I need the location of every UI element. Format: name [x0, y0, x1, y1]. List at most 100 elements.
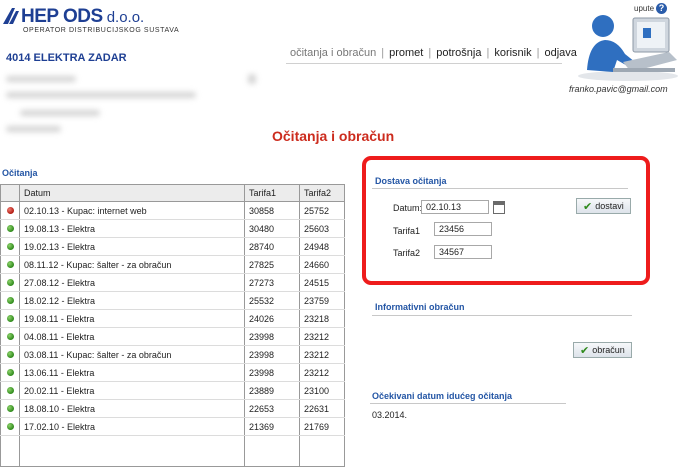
table-row[interactable]: 19.08.13 - Elektra 30480 25603 [0, 219, 345, 238]
obracun-button[interactable]: ✔ obračun [573, 342, 632, 358]
nav-separator: | [381, 47, 385, 59]
readings-table: Datum Tarifa1 Tarifa2 02.10.13 - Kupac: … [0, 184, 345, 467]
date-cell: 04.08.11 - Elektra [19, 327, 245, 346]
column-header-tarifa2[interactable]: Tarifa2 [299, 184, 345, 202]
readings-section-title: Očitanja [2, 168, 38, 178]
table-row[interactable]: 18.08.10 - Elektra 22653 22631 [0, 399, 345, 418]
tarifa2-cell: 24948 [299, 237, 345, 256]
status-cell [0, 381, 20, 400]
nav-separator: | [428, 47, 432, 59]
tarifa2-cell: 23218 [299, 309, 345, 328]
status-green-icon [6, 386, 14, 394]
dostavi-button-label: dostavi [595, 201, 624, 211]
status-green-icon [6, 422, 14, 430]
table-row[interactable]: 19.08.11 - Elektra 24026 23218 [0, 309, 345, 328]
date-cell: 19.08.11 - Elektra [19, 309, 245, 328]
status-green-icon [6, 296, 14, 304]
tarifa2-cell: 22631 [299, 399, 345, 418]
status-green-icon [6, 242, 14, 250]
table-row[interactable]: 08.11.12 - Kupac: šalter - za obračun 278… [0, 255, 345, 274]
date-cell: 17.02.10 - Elektra [19, 417, 245, 436]
table-row[interactable]: 13.06.11 - Elektra 23998 23212 [0, 363, 345, 382]
tarifa1-label: Tarifa1 [393, 226, 421, 236]
calendar-icon[interactable] [493, 201, 505, 214]
informativni-divider [372, 315, 632, 316]
tarifa1-input[interactable] [434, 222, 492, 236]
nav-item-potrosnja[interactable]: potrošnja [436, 47, 481, 59]
status-cell [0, 399, 20, 418]
next-reading-title: Očekivani datum idućeg očitanja [372, 391, 513, 401]
tarifa2-cell: 25752 [299, 201, 345, 220]
logo-text: HEP ODS [21, 6, 103, 27]
tarifa1-cell: 21369 [244, 417, 300, 436]
status-green-icon [6, 332, 14, 340]
date-cell: 08.11.12 - Kupac: šalter - za obračun [19, 255, 245, 274]
status-green-icon [6, 314, 14, 322]
nav-divider [286, 63, 562, 64]
tarifa2-cell: 23212 [299, 327, 345, 346]
tarifa2-input[interactable] [434, 245, 492, 259]
status-cell [0, 201, 20, 220]
date-cell: 18.02.12 - Elektra [19, 291, 245, 310]
tarifa2-cell: 23212 [299, 345, 345, 364]
table-row[interactable]: 20.02.11 - Elektra 23889 23100 [0, 381, 345, 400]
tarifa1-cell: 23998 [244, 345, 300, 364]
table-row[interactable]: 02.10.13 - Kupac: internet web 30858 25752 [0, 201, 345, 220]
table-row[interactable]: 19.02.13 - Elektra 28740 24948 [0, 237, 345, 256]
table-row[interactable]: 03.08.11 - Kupac: šalter - za obračun 239… [0, 345, 345, 364]
tarifa2-cell: 23212 [299, 363, 345, 382]
date-cell: 19.08.13 - Elektra [19, 219, 245, 238]
nav-item-promet[interactable]: promet [389, 47, 423, 59]
status-cell [0, 237, 20, 256]
table-row[interactable]: 27.08.12 - Elektra 27273 24515 [0, 273, 345, 292]
tarifa1-cell: 23998 [244, 363, 300, 382]
date-cell: 18.08.10 - Elektra [19, 399, 245, 418]
tarifa1-cell: 27273 [244, 273, 300, 292]
tarifa1-cell: 28740 [244, 237, 300, 256]
tarifa1-cell: 23889 [244, 381, 300, 400]
tarifa2-cell: 24660 [299, 255, 345, 274]
company-name: 4014 ELEKTRA ZADAR [6, 52, 127, 64]
tarifa1-cell: 24026 [244, 309, 300, 328]
column-header-datum[interactable]: Datum [19, 184, 245, 202]
informativni-title: Informativni obračun [375, 302, 465, 312]
tarifa1-cell: 25532 [244, 291, 300, 310]
nav-item-korisnik[interactable]: korisnik [494, 47, 531, 59]
table-row[interactable]: 17.02.10 - Elektra 21369 21769 [0, 417, 345, 436]
hep-logo: HEP ODS d.o.o. OPERATOR DISTRIBUCIJSKOG S… [3, 6, 243, 46]
status-cell [0, 291, 20, 310]
nav-item-ocitanja[interactable]: očitanja i obračun [290, 47, 376, 59]
dostava-divider [372, 188, 628, 189]
status-red-icon [6, 206, 14, 214]
status-green-icon [6, 368, 14, 376]
date-input[interactable] [421, 200, 489, 214]
tarifa2-cell: 23100 [299, 381, 345, 400]
table-row[interactable]: 04.08.11 - Elektra 23998 23212 [0, 327, 345, 346]
user-avatar-icon [578, 15, 678, 81]
date-label: Datum: [393, 203, 423, 213]
status-green-icon [6, 404, 14, 412]
logo-subtitle: OPERATOR DISTRIBUCIJSKOG SUSTAVA [23, 27, 180, 34]
date-cell: 03.08.11 - Kupac: šalter - za obračun [19, 345, 245, 364]
date-cell: 20.02.11 - Elektra [19, 381, 245, 400]
dostavi-button[interactable]: ✔ dostavi [576, 198, 631, 214]
column-header-tarifa1[interactable]: Tarifa1 [244, 184, 300, 202]
status-cell [0, 273, 20, 292]
checkmark-icon: ✔ [580, 344, 590, 357]
status-cell [0, 219, 20, 238]
next-reading-divider [370, 403, 566, 404]
status-cell [0, 255, 20, 274]
date-cell: 02.10.13 - Kupac: internet web [19, 201, 245, 220]
tarifa2-label: Tarifa2 [393, 248, 421, 258]
date-cell: 13.06.11 - Elektra [19, 363, 245, 382]
redacted-address-block [0, 68, 258, 142]
tarifa1-cell: 30480 [244, 219, 300, 238]
tarifa1-cell: 23998 [244, 327, 300, 346]
status-cell [0, 345, 20, 364]
status-cell [0, 309, 20, 328]
logo-mark-icon [3, 8, 19, 24]
tarifa2-cell: 23759 [299, 291, 345, 310]
page-title: Očitanja i obračun [272, 128, 395, 144]
logo-suffix: d.o.o. [106, 9, 145, 26]
table-row[interactable]: 18.02.12 - Elektra 25532 23759 [0, 291, 345, 310]
